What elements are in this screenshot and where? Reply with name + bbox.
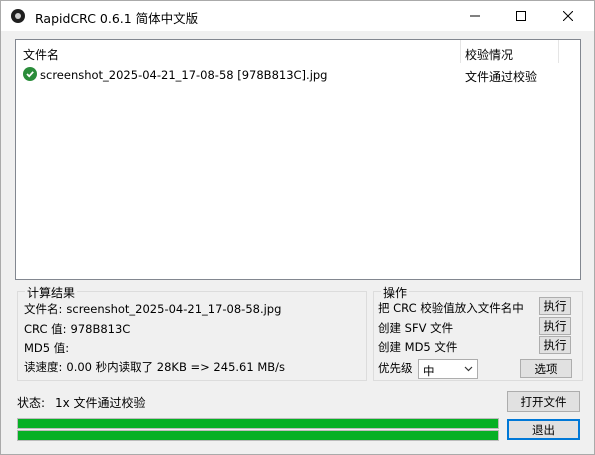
- chevron-down-icon: [464, 366, 473, 372]
- open-files-button[interactable]: 打开文件: [507, 391, 580, 412]
- list-item[interactable]: screenshot_2025-04-21_17-08-58 [978B813C…: [16, 65, 580, 84]
- result-speed-label: 读速度:: [24, 360, 63, 374]
- title-bar: RapidCRC 0.6.1 简体中文版: [1, 1, 594, 31]
- list-item-status: 文件通过校验: [465, 70, 538, 84]
- result-group-label: 计算结果: [25, 284, 78, 301]
- status-value: 1x 文件通过校验: [55, 396, 146, 410]
- close-icon: [563, 11, 573, 21]
- op-put-crc-label: 把 CRC 校验值放入文件名中: [378, 301, 524, 315]
- result-filename-value: screenshot_2025-04-21_17-08-58.jpg: [66, 302, 282, 316]
- op-create-md5-label: 创建 MD5 文件: [378, 340, 458, 354]
- column-divider[interactable]: [460, 40, 461, 63]
- priority-value: 中: [423, 364, 435, 378]
- result-filename-label: 文件名:: [24, 302, 63, 316]
- maximize-button[interactable]: [498, 1, 544, 31]
- op-create-sfv-label: 创建 SFV 文件: [378, 321, 454, 335]
- result-speed-row: 读速度: 0.00 秒内读取了 28KB => 245.61 MB/s: [24, 359, 285, 375]
- minimize-button[interactable]: [452, 1, 498, 31]
- result-crc-row: CRC 值: 978B813C: [24, 321, 130, 337]
- result-group: 计算结果 文件名: screenshot_2025-04-21_17-08-58.…: [17, 284, 367, 381]
- result-filename-row: 文件名: screenshot_2025-04-21_17-08-58.jpg: [24, 301, 281, 317]
- create-md5-button[interactable]: 执行: [539, 336, 571, 354]
- app-icon: [11, 9, 25, 23]
- window-title: RapidCRC 0.6.1 简体中文版: [35, 11, 199, 26]
- result-md5-label: MD5 值:: [24, 341, 70, 355]
- priority-label: 优先级: [378, 361, 413, 375]
- result-speed-value: 0.00 秒内读取了 28KB => 245.61 MB/s: [66, 360, 286, 374]
- status-label: 状态:: [17, 396, 46, 410]
- file-list[interactable]: 文件名 校验情况 screenshot_2025-04-21_17-08-58 …: [15, 39, 581, 280]
- column-divider[interactable]: [558, 40, 559, 63]
- exit-button[interactable]: 退出: [507, 419, 580, 440]
- total-progress-bar: [17, 430, 499, 441]
- total-progress-fill: [18, 431, 498, 440]
- column-header-filename[interactable]: 文件名: [23, 46, 59, 63]
- operations-group-label: 操作: [381, 284, 410, 301]
- check-circle-icon: [23, 67, 37, 81]
- result-crc-label: CRC 值:: [24, 322, 67, 336]
- maximize-icon: [516, 11, 526, 21]
- options-button[interactable]: 选项: [520, 359, 572, 378]
- file-progress-fill: [18, 419, 498, 428]
- file-progress-bar: [17, 418, 499, 429]
- column-header-status[interactable]: 校验情况: [465, 46, 513, 63]
- result-crc-value: 978B813C: [70, 322, 131, 336]
- put-crc-in-filename-button[interactable]: 执行: [539, 297, 571, 315]
- priority-select[interactable]: 中: [418, 359, 478, 379]
- minimize-icon: [470, 15, 480, 17]
- result-md5-row: MD5 值:: [24, 340, 73, 356]
- list-item-filename: screenshot_2025-04-21_17-08-58 [978B813C…: [40, 68, 328, 82]
- close-button[interactable]: [545, 1, 591, 31]
- create-sfv-button[interactable]: 执行: [539, 317, 571, 335]
- file-list-header: 文件名 校验情况: [16, 40, 580, 63]
- operations-group: 操作 把 CRC 校验值放入文件名中 执行 创建 SFV 文件 执行 创建 MD…: [373, 284, 583, 381]
- app-window: RapidCRC 0.6.1 简体中文版 文件名 校验情况 screenshot…: [0, 0, 595, 455]
